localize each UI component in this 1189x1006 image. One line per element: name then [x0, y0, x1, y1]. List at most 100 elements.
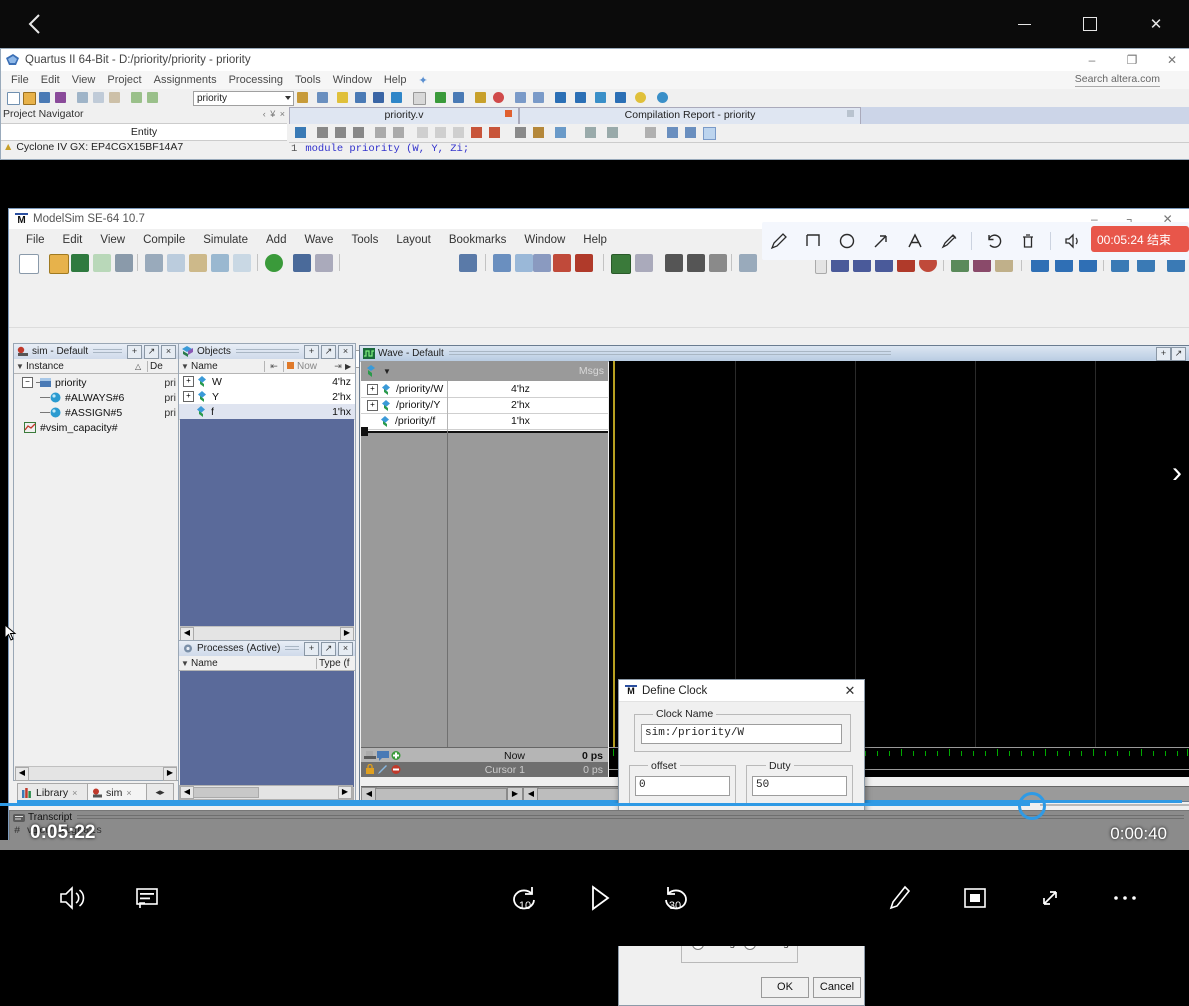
- cut-icon[interactable]: [77, 92, 88, 103]
- expand-toggle[interactable]: +: [367, 383, 378, 395]
- panel-close-button[interactable]: ×: [338, 641, 353, 656]
- wave-signal-row[interactable]: + /priority/Y 2'hx: [361, 397, 608, 414]
- duty-input[interactable]: 50: [752, 776, 847, 796]
- find-next-icon[interactable]: [335, 127, 346, 138]
- tools-icon[interactable]: [585, 127, 596, 138]
- wave-signal-row[interactable]: + /priority/W 4'hz: [361, 381, 608, 398]
- delete-breakpoints-icon[interactable]: [575, 254, 593, 272]
- quartus-menu-window[interactable]: Window: [327, 74, 378, 86]
- expand-toggle[interactable]: −: [22, 377, 33, 388]
- quartus-menu-processing[interactable]: Processing: [223, 74, 289, 86]
- scroll-left-icon[interactable]: ◀: [180, 627, 194, 641]
- menu-simulate[interactable]: Simulate: [194, 234, 257, 246]
- panel-grip[interactable]: [285, 646, 299, 651]
- scroll-right-icon[interactable]: ▶: [163, 767, 177, 781]
- continue-icon[interactable]: [709, 254, 727, 272]
- minimize-button[interactable]: [991, 0, 1057, 48]
- chevron-down-icon[interactable]: ▼: [383, 367, 391, 376]
- tools2-icon[interactable]: [607, 127, 618, 138]
- paste-icon[interactable]: [189, 254, 207, 272]
- bottom-tab-sim[interactable]: sim ×: [87, 783, 153, 801]
- print-icon[interactable]: [115, 254, 133, 272]
- menu-bookmarks[interactable]: Bookmarks: [440, 234, 516, 246]
- new-file-dropdown-icon[interactable]: [39, 254, 47, 272]
- run-length-icon[interactable]: [739, 254, 757, 272]
- split-grid-icon[interactable]: [685, 127, 696, 138]
- undo-icon[interactable]: [131, 92, 142, 103]
- menu-compile[interactable]: Compile: [134, 234, 194, 246]
- settings-icon[interactable]: [317, 92, 328, 103]
- filter-icon[interactable]: ▼: [14, 362, 26, 371]
- panel-pin-button[interactable]: +: [1156, 346, 1171, 361]
- reload-icon[interactable]: [295, 127, 306, 138]
- forward-30-icon[interactable]: 30: [645, 868, 705, 928]
- wave-cursor-row[interactable]: Cursor 1 0 ps: [361, 762, 608, 777]
- ellipse-icon[interactable]: [830, 222, 864, 260]
- compile-dropdown-icon[interactable]: [283, 254, 291, 272]
- programmer-icon[interactable]: [453, 92, 464, 103]
- menu-help[interactable]: Help: [574, 234, 616, 246]
- tree-row[interactable]: #ALWAYS#6 pri: [14, 390, 178, 405]
- play-icon[interactable]: [570, 868, 630, 928]
- state-machine-icon[interactable]: [615, 92, 626, 103]
- rewind-10-icon[interactable]: 10: [495, 868, 555, 928]
- redo-icon[interactable]: [147, 92, 158, 103]
- uncomment-icon[interactable]: [555, 127, 566, 138]
- save-all-icon[interactable]: [55, 92, 66, 103]
- processes-col-type[interactable]: Type (f: [316, 657, 355, 669]
- open-icon[interactable]: [49, 254, 69, 274]
- undo-icon[interactable]: [977, 222, 1011, 260]
- new-file-icon[interactable]: [19, 254, 39, 274]
- quartus-menu-tools[interactable]: Tools: [289, 74, 327, 86]
- bookmark4-icon[interactable]: [471, 127, 482, 138]
- speaker-icon[interactable]: [1056, 222, 1090, 260]
- scroll-left-icon[interactable]: ◀: [180, 786, 194, 799]
- tree-row[interactable]: #vsim_capacity#: [14, 420, 178, 435]
- filter-icon[interactable]: ▼: [179, 659, 191, 668]
- quartus-search-link[interactable]: Search altera.com: [1074, 73, 1160, 87]
- split-v-icon[interactable]: [667, 127, 678, 138]
- breakpoints-icon[interactable]: [553, 254, 571, 272]
- analysis-synthesis-icon[interactable]: [355, 92, 366, 103]
- back-button[interactable]: [0, 0, 70, 48]
- paste-icon[interactable]: [109, 92, 120, 103]
- objects-col-name[interactable]: Name: [191, 361, 264, 372]
- filter-icon[interactable]: ▼: [179, 362, 191, 371]
- outdent-icon[interactable]: [393, 127, 404, 138]
- panel-pin-button[interactable]: +: [304, 641, 319, 656]
- next-overlay-button[interactable]: ›: [1165, 447, 1189, 499]
- tree-row[interactable]: #ASSIGN#5 pri: [14, 405, 178, 420]
- add-cursor-icon[interactable]: [390, 750, 403, 761]
- bookmark3-icon[interactable]: [453, 127, 464, 138]
- download2-icon[interactable]: [575, 92, 586, 103]
- menu-window[interactable]: Window: [515, 234, 574, 246]
- download-icon[interactable]: [555, 92, 566, 103]
- panel-undock-button[interactable]: ↗: [321, 641, 336, 656]
- dataflow-icon[interactable]: [493, 254, 511, 272]
- menu-file[interactable]: File: [17, 234, 54, 246]
- restart-icon[interactable]: [611, 254, 631, 274]
- ink-icon[interactable]: [870, 868, 930, 928]
- lower-hscrollbar[interactable]: ◀ ▶: [179, 785, 353, 800]
- find-icon[interactable]: [317, 127, 328, 138]
- timing-analyzer-icon[interactable]: [475, 92, 486, 103]
- snapshot-icon[interactable]: [945, 868, 1005, 928]
- volume-icon[interactable]: [43, 868, 103, 928]
- timequest-icon[interactable]: [493, 92, 504, 103]
- scroll-right-icon[interactable]: ▶: [338, 786, 352, 799]
- copy-icon[interactable]: [167, 254, 185, 272]
- tech-map-viewer-icon[interactable]: [533, 92, 544, 103]
- undo-icon[interactable]: [211, 254, 229, 272]
- trash-icon[interactable]: [1011, 222, 1045, 260]
- bookmark2-icon[interactable]: [435, 127, 446, 138]
- processes-col-name[interactable]: Name: [191, 658, 316, 669]
- find-icon[interactable]: [293, 254, 311, 272]
- help-topics-icon[interactable]: [657, 92, 668, 103]
- quartus-menu-help[interactable]: Help: [378, 74, 413, 86]
- close-icon[interactable]: ×: [126, 788, 131, 798]
- expand-toggle[interactable]: +: [367, 399, 378, 411]
- panel-undock-button[interactable]: ↗: [144, 344, 159, 359]
- split-h-icon[interactable]: [645, 127, 656, 138]
- more-icon[interactable]: [1095, 868, 1155, 928]
- highlighter-icon[interactable]: [932, 222, 966, 260]
